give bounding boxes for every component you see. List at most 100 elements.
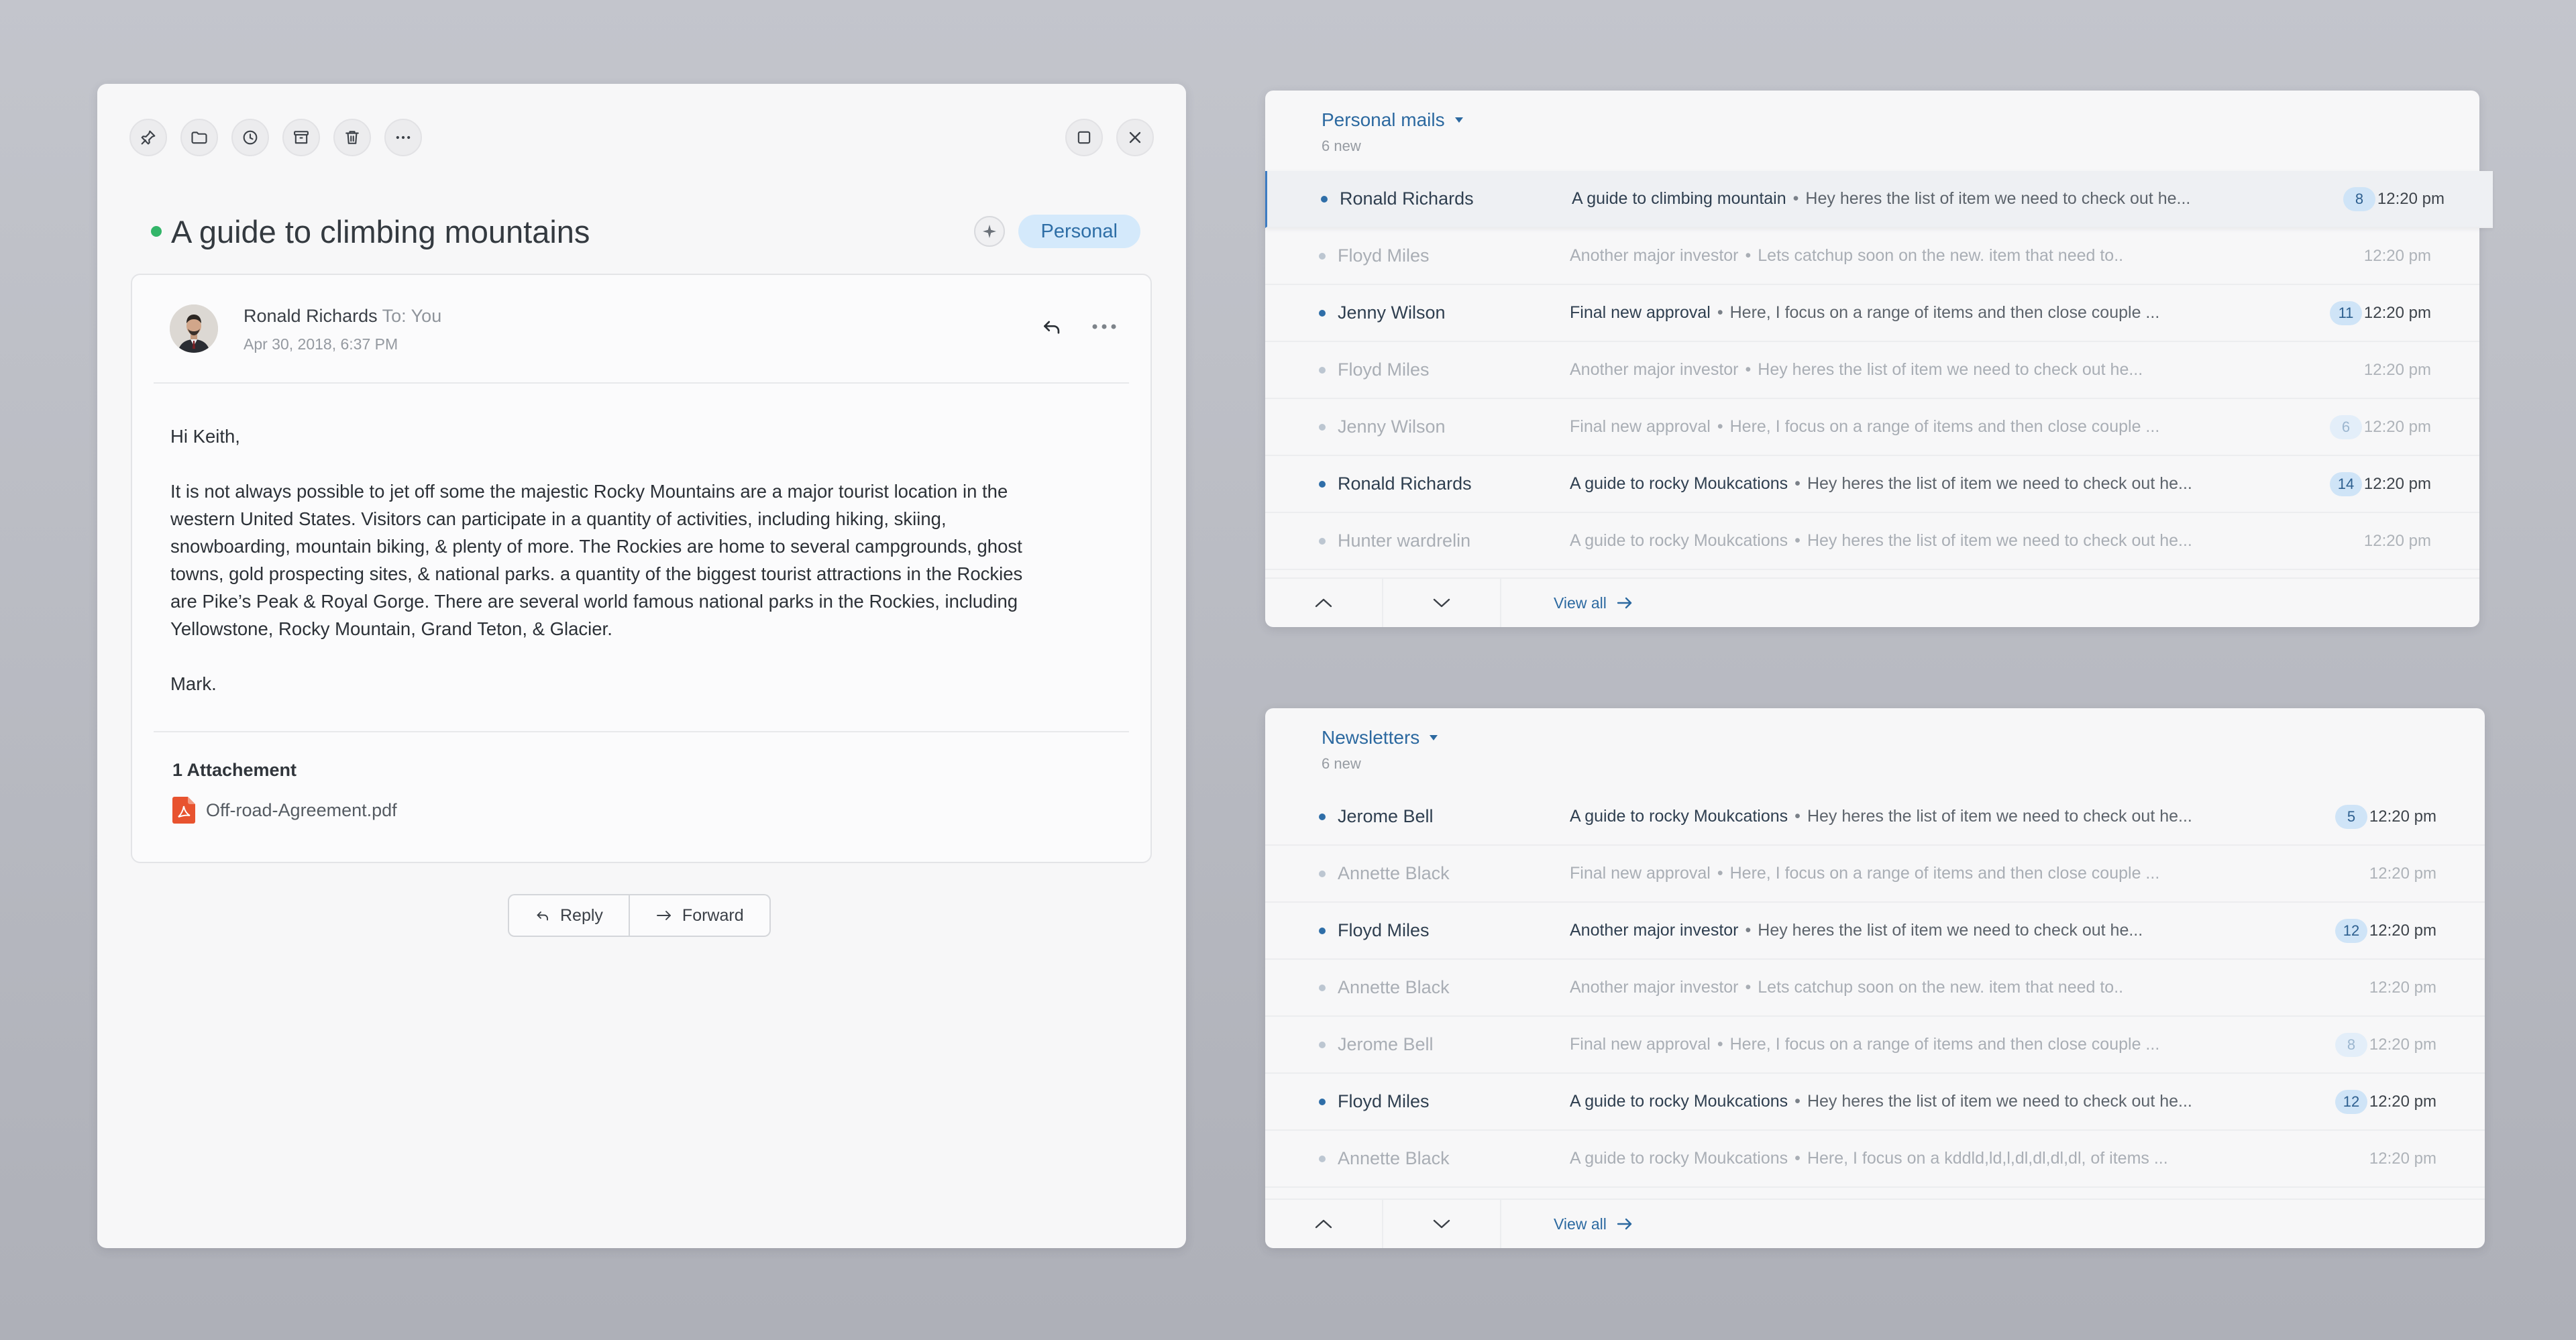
row-preview: Hey heres the list of item we need to ch… xyxy=(1805,189,2191,208)
mail-row[interactable]: Hunter wardrelin A guide to rocky Moukca… xyxy=(1265,513,2479,570)
ai-assist-button[interactable] xyxy=(973,216,1005,247)
mail-row[interactable]: Jerome Bell Final new approval • Here, I f… xyxy=(1265,1017,2485,1074)
reply-button[interactable]: Reply xyxy=(509,895,629,936)
row-sender: Jenny Wilson xyxy=(1338,416,1446,437)
row-sender: Floyd Miles xyxy=(1338,359,1430,380)
attachment-item[interactable]: Off-road-Agreement.pdf xyxy=(172,797,397,824)
more-icon xyxy=(394,128,413,147)
row-subject: A guide to rocky Moukcations xyxy=(1570,474,1788,493)
maximize-button[interactable] xyxy=(1065,119,1103,156)
view-all-link[interactable]: View all xyxy=(1554,594,1633,612)
recipient: To: You xyxy=(382,306,442,326)
row-time: 12:20 pm xyxy=(2363,474,2431,493)
reply-quick-button[interactable] xyxy=(1040,315,1063,338)
thread-count-badge: 5 xyxy=(2335,804,2367,829)
window-controls xyxy=(1065,119,1154,156)
forward-button[interactable]: Forward xyxy=(628,895,769,936)
view-all-link[interactable]: View all xyxy=(1554,1215,1633,1233)
label-tag[interactable]: Personal xyxy=(1018,215,1140,248)
mail-row[interactable]: Floyd Miles Another major investor • Hey h… xyxy=(1265,903,2485,960)
row-sender: Annette Black xyxy=(1338,977,1450,997)
row-sender: Ronald Richards xyxy=(1340,188,1474,209)
attachments-title: 1 Attachement xyxy=(172,760,297,780)
maximize-icon xyxy=(1075,128,1093,147)
sent-date: Apr 30, 2018, 6:37 PM xyxy=(244,335,398,353)
mail-row[interactable]: Annette Black Another major investor • Let… xyxy=(1265,960,2485,1017)
previous-page-button[interactable] xyxy=(1265,1200,1383,1248)
row-subject: Another major investor xyxy=(1570,360,1739,379)
row-time: 12:20 pm xyxy=(2369,864,2436,883)
read-dot xyxy=(1319,423,1326,431)
more-actions-button[interactable] xyxy=(384,119,422,156)
newsletters-panel: Newsletters 6 new Jerome Bell A guide to… xyxy=(1265,708,2485,1248)
mail-row[interactable]: Jenny Wilson Final new approval • Here, I … xyxy=(1265,399,2479,456)
mail-row[interactable]: Annette Black A guide to rocky Moukcatio… xyxy=(1265,1131,2485,1188)
reply-icon xyxy=(535,907,551,924)
mail-row[interactable]: Floyd Miles Another major investor • Hey h… xyxy=(1265,342,2479,399)
email-subject: A guide to climbing mountains xyxy=(171,213,590,249)
row-time: 12:20 pm xyxy=(2363,246,2431,265)
row-subject: A guide to rocky Moukcations xyxy=(1570,531,1788,550)
pdf-icon xyxy=(172,797,195,824)
thread-count-badge: 6 xyxy=(2330,414,2362,439)
header-divider xyxy=(154,382,1129,384)
row-time: 12:20 pm xyxy=(2377,189,2445,208)
list-title-dropdown[interactable]: Newsletters xyxy=(1322,727,1438,748)
delete-button[interactable] xyxy=(333,119,371,156)
archive-icon xyxy=(292,128,311,147)
mail-row[interactable]: Jerome Bell A guide to rocky Moukcations… xyxy=(1265,789,2485,846)
mail-row[interactable]: Annette Black Final new approval • Here, I… xyxy=(1265,846,2485,903)
list-title: Personal mails xyxy=(1322,109,1445,130)
row-subject: Final new approval xyxy=(1570,864,1711,883)
row-time: 12:20 pm xyxy=(2369,807,2436,826)
unread-dot xyxy=(1319,1098,1326,1105)
move-to-folder-button[interactable] xyxy=(180,119,218,156)
row-subject-line: A guide to rocky Moukcations • Hey heres t… xyxy=(1570,531,2192,550)
read-dot xyxy=(1319,1155,1326,1162)
next-page-button[interactable] xyxy=(1383,1200,1501,1248)
mail-row[interactable]: Jenny Wilson Final new approval • Here, I … xyxy=(1265,285,2479,342)
row-preview: Hey heres the list of item we need to ch… xyxy=(1807,1092,2192,1111)
mail-row[interactable]: Floyd Miles A guide to rocky Moukcations… xyxy=(1265,1074,2485,1131)
caret-down-icon xyxy=(1454,117,1464,123)
row-time: 12:20 pm xyxy=(2369,1035,2436,1054)
row-subject: Another major investor xyxy=(1570,978,1739,997)
row-preview: Hey heres the list of item we need to ch… xyxy=(1758,921,2143,940)
row-time: 12:20 pm xyxy=(2363,417,2431,436)
list-header: Newsletters 6 new xyxy=(1322,727,1438,773)
sender-name[interactable]: Ronald Richards xyxy=(244,306,378,326)
next-page-button[interactable] xyxy=(1383,579,1501,627)
forward-label: Forward xyxy=(682,905,744,925)
row-sender: Floyd Miles xyxy=(1338,920,1430,940)
mail-row[interactable]: Floyd Miles Another major investor • Lets … xyxy=(1265,228,2479,285)
mail-list: Ronald Richards A guide to climbing moun… xyxy=(1265,171,2493,570)
previous-page-button[interactable] xyxy=(1265,579,1383,627)
chevron-up-icon xyxy=(1313,1218,1334,1230)
message-more-button[interactable] xyxy=(1091,322,1117,331)
attachments-divider xyxy=(154,731,1129,732)
row-preview: Here, I focus on a kddld,ld,l,dl,dl,dl,d… xyxy=(1807,1149,2168,1168)
subject-row: A guide to climbing mountains Personal xyxy=(151,206,1140,257)
row-preview: Hey heres the list of item we need to ch… xyxy=(1758,360,2143,379)
row-sender: Jerome Bell xyxy=(1338,1034,1434,1054)
message-actions xyxy=(1040,315,1117,338)
trash-icon xyxy=(343,128,362,147)
row-preview: Hey heres the list of item we need to ch… xyxy=(1807,474,2192,493)
pin-icon xyxy=(139,128,158,147)
chevron-up-icon xyxy=(1313,597,1334,609)
list-title-dropdown[interactable]: Personal mails xyxy=(1322,109,1464,131)
row-subject: Final new approval xyxy=(1570,1035,1711,1054)
row-sender: Floyd Miles xyxy=(1338,245,1430,266)
row-preview: Here, I focus on a range of items and th… xyxy=(1729,1035,2160,1054)
unread-dot xyxy=(1319,927,1326,934)
view-all-label: View all xyxy=(1554,594,1607,612)
close-button[interactable] xyxy=(1116,119,1154,156)
pin-button[interactable] xyxy=(129,119,167,156)
snooze-button[interactable] xyxy=(231,119,269,156)
row-time: 12:20 pm xyxy=(2369,921,2436,940)
row-subject-line: Another major investor • Lets catchup soon… xyxy=(1570,246,2124,265)
mail-row[interactable]: Ronald Richards A guide to climbing moun… xyxy=(1265,171,2493,228)
mail-row[interactable]: Ronald Richards A guide to rocky Moukcat… xyxy=(1265,456,2479,513)
archive-button[interactable] xyxy=(282,119,320,156)
row-subject: Final new approval xyxy=(1570,303,1711,322)
